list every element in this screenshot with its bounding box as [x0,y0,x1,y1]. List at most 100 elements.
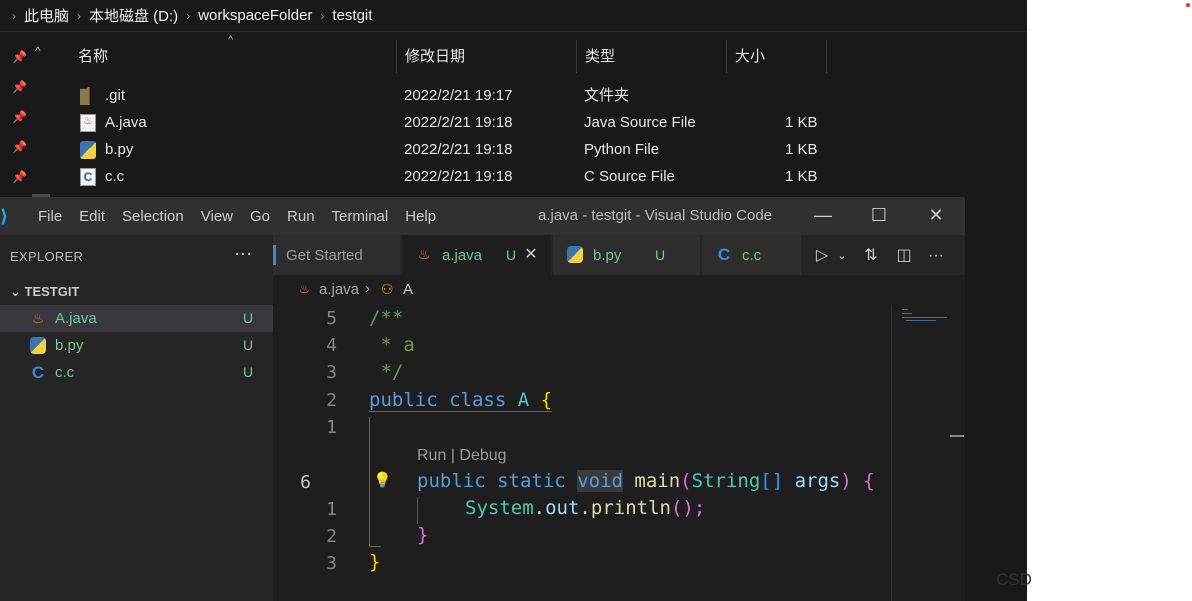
code-token: main [634,470,681,492]
file-type: 文件夹 [584,87,630,104]
file-name: c.c [105,168,125,185]
code-line: } [417,524,428,546]
menu-help[interactable]: Help [405,208,436,225]
more-actions-icon[interactable]: ··· [925,245,947,267]
git-status-badge: U [655,247,666,263]
code-token: } [417,524,429,546]
close-window-icon[interactable]: ✕ [921,203,951,227]
minimize-icon[interactable]: — [808,203,838,227]
sidebar-item-label: c.c [55,364,75,381]
sidebar-item-c-c[interactable]: C c.c U [0,359,273,386]
git-status-badge: U [506,247,517,263]
code-token: void [577,470,623,492]
folder-name: TESTGIT [24,284,80,299]
code-token: static [497,470,566,492]
folder-icon [80,87,90,105]
explorer-sidebar: EXPLORER ··· ⌄ TESTGIT ♨ A.java U b.py U… [0,235,273,601]
tab-a-java[interactable]: ♨ a.java U ✕ [402,235,552,275]
tab-b-py[interactable]: b.py U [553,235,701,275]
chevron-right-icon: › [186,8,191,23]
file-size: 1 KB [785,141,818,158]
breadcrumb-file[interactable]: a.java [319,281,359,298]
code-lens-run-debug[interactable]: Run | Debug [417,447,507,465]
breadcrumb-item-this-pc[interactable]: 此电脑 [24,5,69,26]
file-modified: 2022/2/21 19:17 [404,87,513,104]
line-number: 3 [326,553,337,574]
code-token: } [369,551,381,573]
line-number: 2 [326,390,337,411]
breadcrumb-symbol[interactable]: A [403,281,413,298]
chevron-down-icon[interactable]: ⌄ [831,245,853,267]
split-editor-icon[interactable]: ◫ [893,245,915,267]
class-symbol-icon: ⚇ [381,281,394,297]
file-name: .git [105,87,126,104]
menu-run[interactable]: Run [287,208,315,225]
lightbulb-icon[interactable]: 💡 [373,471,392,489]
scrollbar-thumb[interactable] [950,435,964,437]
java-file-icon: ♨ [299,282,310,296]
menu-go[interactable]: Go [250,208,270,225]
code-token: public [417,470,486,492]
code-line: public class A { [369,389,553,412]
address-breadcrumb[interactable]: › 此电脑 › 本地磁盘 (D:) › workspaceFolder › te… [0,0,1027,32]
column-header-modified[interactable]: 修改日期 [397,40,577,73]
run-icon[interactable]: ▷ [811,245,833,267]
scroll-up-icon[interactable]: ^ [35,44,41,58]
menu-selection[interactable]: Selection [122,208,184,225]
breadcrumb-item-workspace[interactable]: workspaceFolder [198,7,312,24]
line-number: 1 [326,499,337,520]
file-row[interactable]: A.java 2022/2/21 19:18 Java Source File … [52,109,1027,136]
code-line: public static void main(String[] args) { [417,470,875,492]
menu-terminal[interactable]: Terminal [332,208,389,225]
menu-edit[interactable]: Edit [79,208,105,225]
sidebar-item-label: b.py [55,337,84,354]
close-tab-icon[interactable]: ✕ [520,244,542,266]
code-token: args [794,470,841,492]
file-row[interactable]: b.py 2022/2/21 19:18 Python File 1 KB [52,136,1027,163]
code-line: } [369,551,380,573]
tab-c-c[interactable]: C c.c [702,235,802,275]
tab-get-started[interactable]: Get Started [273,235,401,275]
code-token: . [533,497,546,519]
compare-changes-icon[interactable]: ⇅ [860,245,882,267]
pin-icon: 📌 [12,80,27,94]
minimap-line [902,313,912,314]
menu-view[interactable]: View [201,208,233,225]
java-file-icon: ♨ [417,246,431,262]
file-modified: 2022/2/21 19:18 [404,114,513,131]
code-token: class [449,389,507,411]
python-file-icon [80,141,96,159]
menu-file[interactable]: File [38,208,62,225]
code-token: [] [760,470,784,492]
file-name: b.py [105,141,134,158]
pin-icon: 📌 [12,110,27,124]
column-header-type[interactable]: 类型 [577,40,727,73]
line-number: 2 [326,526,337,547]
code-editor[interactable]: 5 4 3 2 1 6 1 2 3 /** * a */ public clas… [273,305,891,601]
notification-dot [1186,3,1190,7]
line-number: 4 [326,335,337,356]
vscode-window: ⟩ File Edit Selection View Go Run Termin… [0,197,965,601]
file-type: Java Source File [584,114,696,131]
file-row[interactable]: C c.c 2022/2/21 19:18 C Source File 1 KB [52,163,1027,190]
code-token: ( [680,470,692,492]
column-header-size[interactable]: 大小 [727,40,827,73]
window-title: a.java - testgit - Visual Studio Code [538,207,773,224]
code-token: ) [840,470,852,492]
code-token: { [863,470,875,492]
code-token: String [691,470,761,492]
maximize-icon[interactable]: ☐ [864,203,894,227]
bracket-guide [369,417,370,547]
breadcrumb-item-drive[interactable]: 本地磁盘 (D:) [89,5,178,26]
breadcrumb-item-testgit[interactable]: testgit [332,7,372,24]
more-actions-icon[interactable]: ··· [234,243,252,264]
java-file-icon: ♨ [31,310,45,326]
code-token: A [517,389,530,411]
workspace-folder-header[interactable]: ⌄ TESTGIT [10,284,79,300]
column-header-name[interactable]: 名称 [70,40,397,73]
file-row[interactable]: .git 2022/2/21 19:17 文件夹 [52,82,1027,109]
sidebar-item-a-java[interactable]: ♨ A.java U [0,305,273,332]
minimap[interactable] [891,305,965,601]
indent-guide [417,497,418,524]
sidebar-item-b-py[interactable]: b.py U [0,332,273,359]
